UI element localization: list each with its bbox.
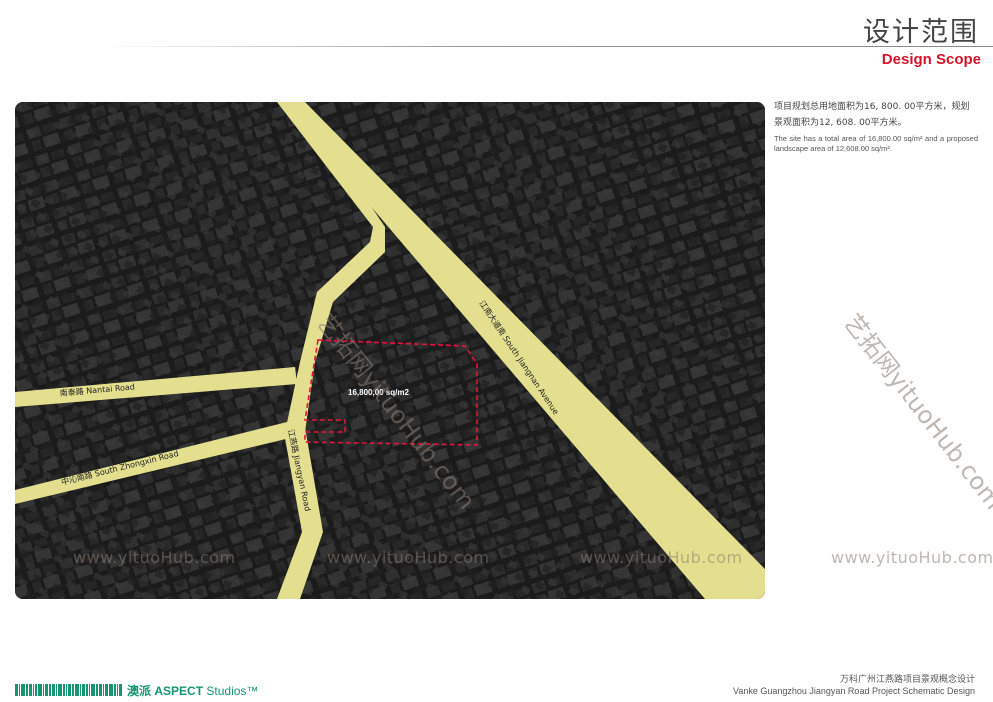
brand-cn: 澳派 bbox=[127, 683, 152, 698]
brand-studios: Studios™ bbox=[206, 683, 259, 698]
watermark-diagonal: 艺拓网yituoHub.com bbox=[838, 308, 993, 515]
page-title-cn: 设计范围 bbox=[863, 17, 979, 48]
brand-en: ASPECT bbox=[154, 683, 204, 698]
project-caption: 万科广州江燕路项目景观概念设计 Vanke Guangzhou Jiangyan… bbox=[733, 674, 975, 697]
site-map: 16,800,00 sq/m2 南泰路 Nantai Road 中沁南路 Sou… bbox=[15, 102, 765, 599]
site-area-label: 16,800,00 sq/m2 bbox=[348, 388, 409, 397]
site-map-graphic: 16,800,00 sq/m2 南泰路 Nantai Road 中沁南路 Sou… bbox=[15, 102, 765, 599]
watermark-url: www.yituoHub.com bbox=[831, 548, 993, 567]
project-title-cn: 万科广州江燕路项目景观概念设计 bbox=[839, 675, 975, 685]
header-rule bbox=[100, 46, 993, 47]
brand-logo: 澳派 ASPECT Studios™ bbox=[15, 682, 258, 699]
description-en: The site has a total area of 16,800.00 s… bbox=[774, 134, 978, 153]
brand-name: 澳派 ASPECT Studios™ bbox=[127, 682, 258, 699]
page-title-en: Design Scope bbox=[881, 51, 981, 68]
description-cn: 项目规划总用地面积为16, 800. 00平方米，规划景观面积为12, 608.… bbox=[774, 102, 970, 128]
description-panel: 项目规划总用地面积为16, 800. 00平方米，规划景观面积为12, 608.… bbox=[774, 99, 978, 154]
project-title-en: Vanke Guangzhou Jiangyan Road Project Sc… bbox=[733, 686, 975, 696]
logo-bars bbox=[15, 684, 123, 696]
